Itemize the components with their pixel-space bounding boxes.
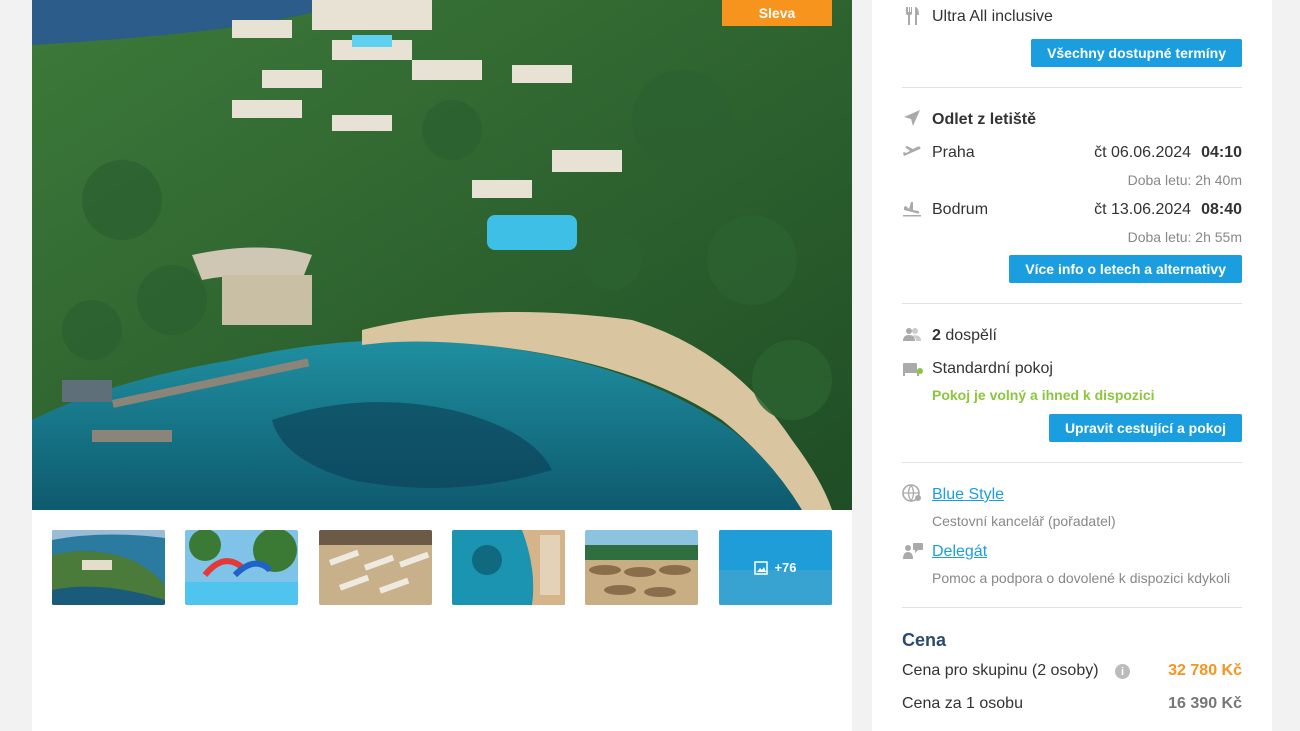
thumbnail-beach-umbrellas[interactable]: [585, 530, 698, 605]
price-title: Cena: [902, 630, 947, 650]
aerial-resort-image: [32, 0, 852, 510]
agency-link[interactable]: Blue Style: [932, 486, 1004, 504]
fork-knife-icon: [902, 6, 922, 26]
return-datetime: čt 13.06.2024 08:40: [1094, 201, 1242, 219]
room-type: Standardní pokoj: [932, 360, 1053, 377]
image-gallery-icon: [754, 560, 769, 575]
return-duration: Doba letu: 2h 55m: [1127, 229, 1242, 245]
person-price-value: 16 390 Kč: [1168, 695, 1242, 712]
flight-row-outbound: Praha čt 06.06.2024 04:10: [902, 142, 1242, 164]
divider: [902, 607, 1242, 608]
navigation-arrow-icon: [902, 108, 922, 128]
people-icon: [902, 325, 922, 345]
travelers-label: dospělí: [945, 327, 997, 344]
agency-row: Blue Style: [902, 484, 1242, 506]
globe-person-icon: [902, 484, 922, 504]
booking-sidebar: Ultra All inclusive Všechny dostupné ter…: [872, 0, 1272, 731]
support-person-icon: [902, 541, 923, 561]
board-row: Ultra All inclusive: [902, 6, 1242, 28]
divider: [902, 87, 1242, 88]
info-icon[interactable]: i: [1115, 664, 1130, 679]
room-row: Standardní pokoj: [902, 358, 1242, 380]
flights-info-button[interactable]: Více info o letech a alternativy: [1009, 255, 1242, 283]
return-time: 08:40: [1201, 201, 1242, 218]
outbound-datetime: čt 06.06.2024 04:10: [1094, 144, 1242, 162]
edit-travelers-button[interactable]: Upravit cestující a pokoj: [1048, 414, 1242, 442]
flight-row-return: Bodrum čt 13.06.2024 08:40: [902, 199, 1242, 221]
return-date: čt 13.06.2024: [1094, 201, 1192, 218]
delegate-row: Delegát: [902, 541, 1242, 563]
plane-takeoff-icon: [902, 142, 922, 162]
group-price-label: Cena pro skupinu (2 osoby): [902, 662, 1099, 679]
divider: [902, 303, 1242, 304]
divider: [902, 462, 1242, 463]
outbound-time: 04:10: [1201, 144, 1242, 161]
delegate-link[interactable]: Delegát: [932, 543, 987, 561]
plane-landing-icon: [902, 199, 922, 219]
thumbnail-sunbeds[interactable]: [319, 530, 432, 605]
thumbnail-waterpark[interactable]: [185, 530, 298, 605]
more-photos-overlay: +76: [719, 530, 832, 605]
thumbnail-beach-aerial[interactable]: [452, 530, 565, 605]
departure-title: Odlet z letiště: [932, 111, 1037, 128]
more-photos-count: +76: [774, 560, 797, 575]
departure-header: Odlet z letiště: [902, 108, 1242, 130]
board-type: Ultra All inclusive: [932, 8, 1053, 25]
discount-badge: Sleva: [722, 0, 832, 26]
gallery-card: Sleva +76: [32, 0, 852, 731]
main-hotel-photo[interactable]: Sleva: [32, 0, 852, 510]
outbound-date: čt 06.06.2024: [1094, 144, 1192, 161]
thumbnail-more-photos[interactable]: +76: [719, 530, 832, 605]
room-availability: Pokoj je volný a ihned k dispozici: [932, 387, 1155, 403]
agency-description: Cestovní kancelář (pořadatel): [932, 513, 1116, 529]
thumbnail-strip: +76: [52, 530, 832, 605]
delegate-description: Pomoc a podpora o dovolené k dispozici k…: [932, 570, 1231, 586]
return-city: Bodrum: [932, 201, 989, 218]
travelers-row: 2 dospělí: [902, 325, 1242, 347]
thumbnail-aerial-coast[interactable]: [52, 530, 165, 605]
all-dates-button[interactable]: Všechny dostupné termíny: [1031, 39, 1242, 67]
travelers-count: 2: [932, 327, 941, 344]
outbound-city: Praha: [932, 144, 975, 161]
travelers-text: 2 dospělí: [932, 327, 997, 345]
outbound-duration: Doba letu: 2h 40m: [1127, 172, 1242, 188]
bed-icon: [902, 358, 923, 378]
group-price-value: 32 780 Kč: [1168, 662, 1242, 679]
person-price-label: Cena za 1 osobu: [902, 695, 1023, 712]
